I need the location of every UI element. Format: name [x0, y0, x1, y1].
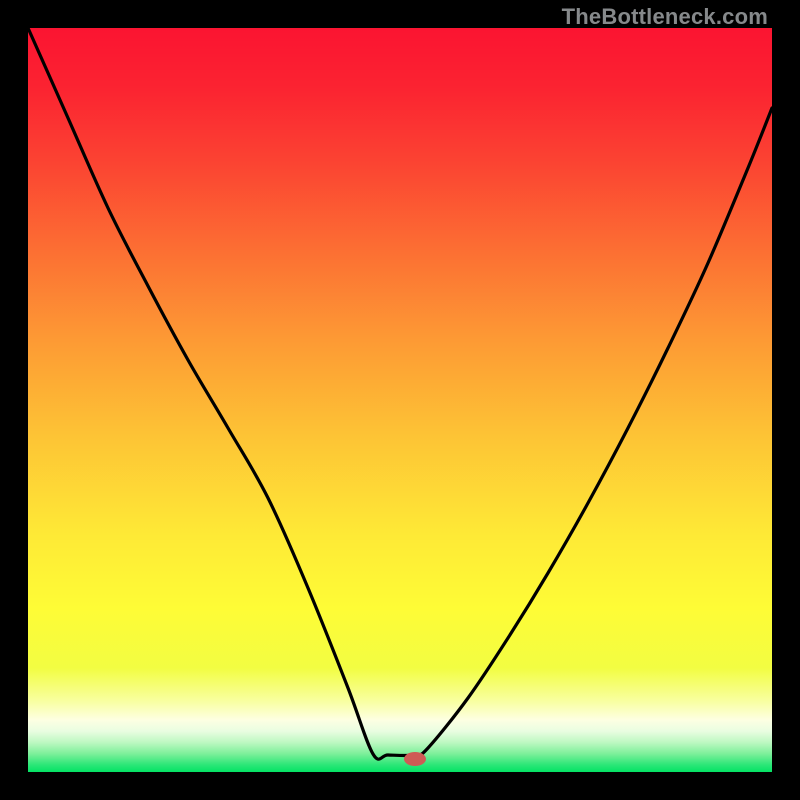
watermark-text: TheBottleneck.com — [562, 4, 768, 30]
curve-marker — [404, 752, 426, 766]
chart-background — [28, 28, 772, 772]
chart-frame — [28, 28, 772, 772]
chart-canvas — [28, 28, 772, 772]
